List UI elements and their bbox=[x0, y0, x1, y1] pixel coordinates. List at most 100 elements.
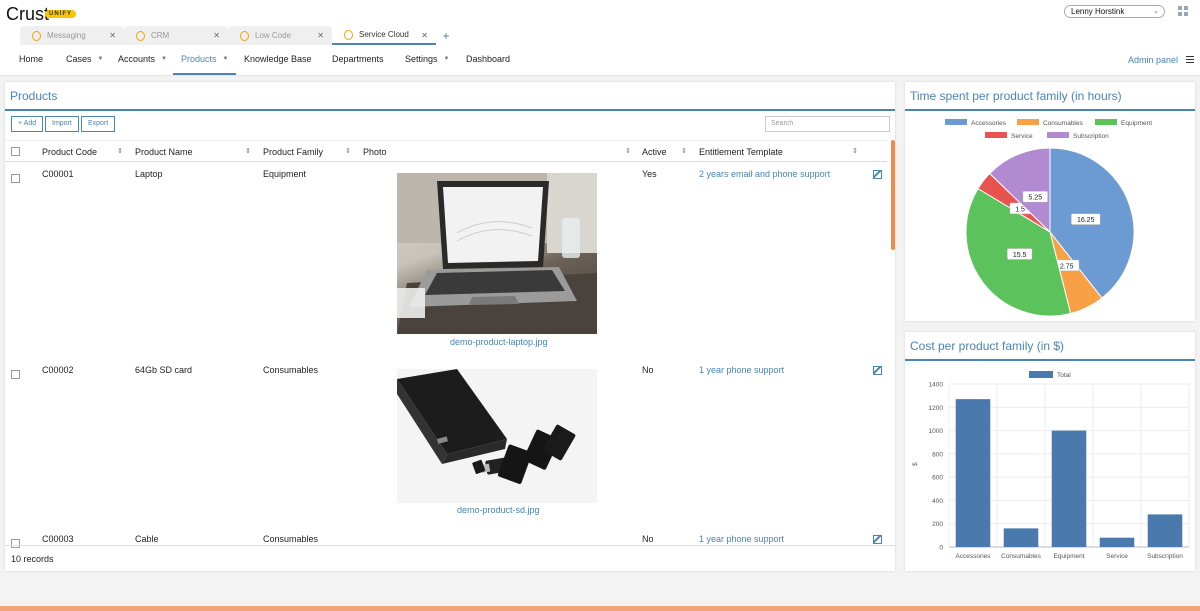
col-product-family[interactable]: Product Family bbox=[263, 147, 323, 157]
search-input[interactable]: Search bbox=[765, 116, 890, 132]
sort-icon[interactable]: ⇕ bbox=[117, 147, 123, 155]
x-tick-label: Service bbox=[1106, 553, 1128, 560]
legend-label: Consumables bbox=[1043, 120, 1083, 127]
row-checkbox[interactable] bbox=[11, 370, 20, 379]
legend-swatch bbox=[1047, 132, 1069, 138]
col-active[interactable]: Active bbox=[642, 147, 667, 157]
app-tabs: Messaging ✕ CRM ✕ Low Code ✕ Service Clo… bbox=[20, 26, 454, 45]
sort-icon[interactable]: ⇕ bbox=[625, 147, 631, 155]
sort-icon[interactable]: ⇕ bbox=[852, 147, 858, 155]
product-family: Equipment bbox=[263, 169, 307, 179]
product-family: Consumables bbox=[263, 365, 319, 375]
y-tick-label: 800 bbox=[932, 451, 943, 458]
col-product-name[interactable]: Product Name bbox=[135, 147, 193, 157]
x-tick-label: Equipment bbox=[1053, 553, 1084, 560]
chart-title: Cost per product family (in $) bbox=[910, 339, 1065, 353]
close-icon[interactable]: ✕ bbox=[213, 31, 220, 40]
entitlement-template-link[interactable]: 2 years email and phone support bbox=[699, 169, 830, 179]
nav-knowledge-base[interactable]: Knowledge Base bbox=[244, 47, 312, 75]
legend-label: Accessories bbox=[971, 120, 1007, 127]
table-scrollbar[interactable] bbox=[891, 140, 895, 250]
photo-filename-link[interactable]: demo-product-laptop.jpg bbox=[450, 337, 548, 347]
close-icon[interactable]: ✕ bbox=[317, 31, 324, 40]
nav-dashboard[interactable]: Dashboard bbox=[466, 47, 510, 75]
tab-low-code[interactable]: Low Code ✕ bbox=[228, 26, 332, 45]
col-product-code[interactable]: Product Code bbox=[42, 147, 97, 157]
nav-accounts[interactable]: Accounts ▼ bbox=[118, 47, 167, 75]
add-button[interactable]: + Add bbox=[11, 116, 44, 132]
bar bbox=[1147, 514, 1183, 547]
export-button[interactable]: Export bbox=[81, 116, 116, 132]
entitlement-template-link[interactable]: 1 year phone support bbox=[699, 365, 784, 375]
slice-label: 15.5 bbox=[1013, 252, 1027, 259]
sd-card-photo[interactable] bbox=[397, 369, 597, 503]
caret-down-icon: ▼ bbox=[161, 56, 167, 62]
app-icon bbox=[136, 30, 145, 41]
bar bbox=[1051, 430, 1087, 547]
slice-label: 1.5 bbox=[1015, 206, 1025, 213]
photo-filename-link[interactable]: demo-product-sd.jpg bbox=[457, 505, 540, 515]
edit-icon[interactable] bbox=[873, 366, 882, 375]
sd-card-image bbox=[397, 369, 576, 484]
select-all-checkbox[interactable] bbox=[11, 147, 20, 156]
add-tab-icon[interactable]: + bbox=[438, 26, 454, 45]
app-icon bbox=[344, 29, 353, 40]
sort-icon[interactable]: ⇕ bbox=[245, 147, 251, 155]
entitlement-template-link[interactable]: 1 year phone support bbox=[699, 534, 784, 544]
x-tick-label: Consumables bbox=[1001, 553, 1041, 560]
caret-down-icon: ▼ bbox=[222, 56, 229, 62]
legend-swatch bbox=[945, 119, 967, 125]
y-tick-label: 200 bbox=[932, 521, 943, 528]
nav-home[interactable]: Home bbox=[19, 47, 43, 75]
chart-title: Time spent per product family (in hours) bbox=[910, 89, 1122, 103]
tab-label: Low Code bbox=[255, 31, 292, 40]
divider bbox=[5, 109, 895, 111]
admin-panel-link[interactable]: Admin panel bbox=[1128, 55, 1178, 65]
user-name: Lenny Horstink bbox=[1071, 7, 1125, 16]
tab-messaging[interactable]: Messaging ✕ bbox=[20, 26, 124, 45]
col-entitlement-template[interactable]: Entitlement Template bbox=[699, 147, 783, 157]
laptop-image bbox=[397, 173, 597, 334]
nav-products[interactable]: Products ▼ bbox=[173, 47, 236, 75]
laptop-photo[interactable] bbox=[397, 173, 597, 334]
row-checkbox[interactable] bbox=[11, 174, 20, 183]
y-tick-label: 400 bbox=[932, 498, 943, 505]
divider bbox=[905, 109, 1195, 111]
product-name: Laptop bbox=[135, 169, 163, 179]
record-count: 10 records bbox=[11, 554, 54, 564]
active-value: No bbox=[642, 534, 654, 544]
caret-down-icon: ▼ bbox=[443, 56, 450, 62]
products-panel: Products + Add Import Export Search Prod… bbox=[5, 82, 895, 571]
user-select[interactable]: Lenny Horstink ⌄ bbox=[1064, 5, 1165, 18]
time-spent-chart-panel: Time spent per product family (in hours)… bbox=[905, 82, 1195, 321]
sort-icon[interactable]: ⇕ bbox=[681, 147, 687, 155]
close-icon[interactable]: ✕ bbox=[109, 31, 116, 40]
sort-icon[interactable]: ⇕ bbox=[345, 147, 351, 155]
app-logo[interactable]: Crust bbox=[6, 4, 49, 25]
bottom-accent-bar bbox=[0, 606, 1200, 611]
y-tick-label: 0 bbox=[939, 545, 943, 552]
x-tick-label: Subscription bbox=[1147, 553, 1183, 560]
close-icon[interactable]: ✕ bbox=[421, 31, 428, 40]
nav-cases[interactable]: Cases ▼ bbox=[66, 47, 103, 75]
import-button[interactable]: Import bbox=[45, 116, 79, 132]
active-value: No bbox=[642, 365, 654, 375]
tab-crm[interactable]: CRM ✕ bbox=[124, 26, 228, 45]
edit-icon[interactable] bbox=[873, 170, 882, 179]
main-nav: Home Cases ▼ Accounts ▼ Products ▼ Knowledg… bbox=[0, 47, 1200, 75]
nav-departments[interactable]: Departments bbox=[332, 47, 384, 75]
product-family: Consumables bbox=[263, 534, 319, 544]
caret-down-icon: ▼ bbox=[97, 56, 104, 62]
y-tick-label: 1200 bbox=[929, 405, 944, 412]
menu-icon[interactable] bbox=[1186, 56, 1194, 63]
app-grid-icon[interactable] bbox=[1178, 6, 1188, 16]
nav-settings[interactable]: Settings ▼ bbox=[405, 47, 449, 75]
y-tick-label: 1000 bbox=[929, 428, 944, 435]
product-name: Cable bbox=[135, 534, 159, 544]
legend-label: Equipment bbox=[1121, 120, 1152, 127]
edit-icon[interactable] bbox=[873, 535, 882, 544]
col-photo[interactable]: Photo bbox=[363, 147, 387, 157]
legend-swatch bbox=[985, 132, 1007, 138]
slice-label: 5.25 bbox=[1028, 195, 1042, 202]
tab-service-cloud[interactable]: Service Cloud ✕ bbox=[332, 26, 436, 45]
